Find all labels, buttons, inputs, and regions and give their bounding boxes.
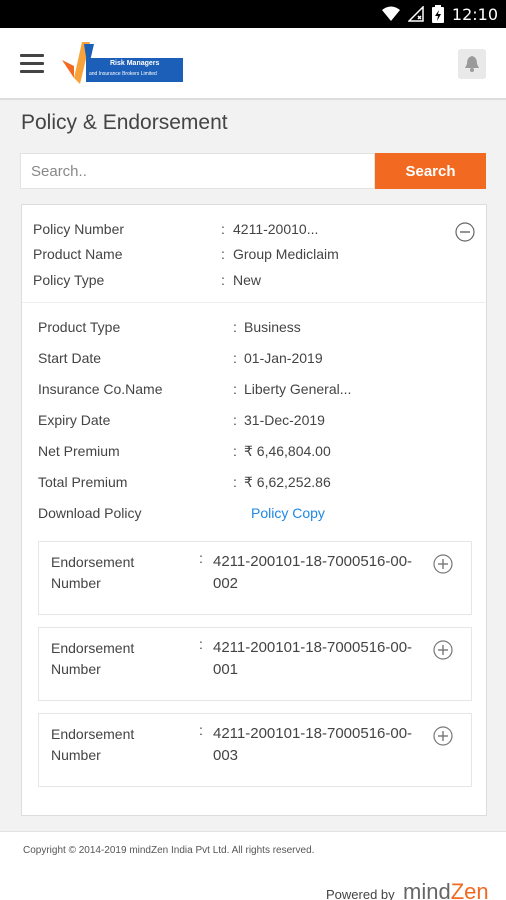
start-date-value: 01-Jan-2019 <box>244 350 323 366</box>
colon: : <box>233 350 237 366</box>
colon: : <box>233 443 237 459</box>
endorsement-number: 4211-200101-18-7000516-00-003 <box>213 725 413 764</box>
collapse-icon[interactable] <box>455 222 475 242</box>
logo-text-box: Risk Managers and Insurance Brokers Limi… <box>86 58 183 82</box>
battery-icon <box>431 5 444 23</box>
policy-summary[interactable]: Policy Number : 4211-20010... Product Na… <box>22 205 486 303</box>
copyright-text: Copyright © 2014-2019 mindZen India Pvt … <box>23 845 315 856</box>
colon: : <box>199 722 203 738</box>
powered-by-text: Powered by <box>326 887 395 900</box>
total-premium-label: Total Premium <box>38 474 128 490</box>
signal-icon <box>407 6 424 22</box>
brand-part-mind: mind <box>403 879 451 900</box>
insurance-co-label: Insurance Co.Name <box>38 381 163 397</box>
mindzen-logo: mindZen <box>403 879 489 900</box>
search-button[interactable]: Search <box>375 153 486 189</box>
product-name-value: Group Mediclaim <box>233 246 339 262</box>
endorsement-number: 4211-200101-18-7000516-00-001 <box>213 639 413 678</box>
bell-icon <box>465 56 479 72</box>
endorsement-number: 4211-200101-18-7000516-00-002 <box>213 553 413 592</box>
colon: : <box>233 474 237 490</box>
policy-number-label: Policy Number <box>33 221 125 237</box>
total-premium-value: ₹ 6,62,252.86 <box>244 474 331 490</box>
status-icons: 12:10 <box>381 4 498 24</box>
colon: : <box>221 246 225 262</box>
company-logo: Risk Managers and Insurance Brokers Limi… <box>60 40 186 84</box>
net-premium-label: Net Premium <box>38 443 120 459</box>
page-title: Policy & Endorsement <box>21 111 228 134</box>
logo-title: Risk Managers <box>110 60 160 67</box>
endorsement-label: Endorsement Number <box>51 554 135 591</box>
status-bar: 12:10 <box>0 0 506 28</box>
search-input[interactable] <box>20 153 375 189</box>
net-premium-value: ₹ 6,46,804.00 <box>244 443 331 459</box>
notification-button[interactable] <box>458 49 486 79</box>
endorsement-item[interactable]: Endorsement Number : 4211-200101-18-7000… <box>38 713 472 787</box>
product-type-value: Business <box>244 319 301 335</box>
expand-icon[interactable] <box>433 726 453 746</box>
status-time: 12:10 <box>451 4 498 24</box>
colon: : <box>233 412 237 428</box>
policy-copy-link[interactable]: Policy Copy <box>251 505 325 521</box>
logo-subtitle: and Insurance Brokers Limited <box>89 71 157 77</box>
colon: : <box>199 636 203 652</box>
brand-part-zen: Zen <box>450 879 489 900</box>
expiry-date-label: Expiry Date <box>38 412 111 428</box>
colon: : <box>233 319 237 335</box>
wifi-icon <box>381 6 400 21</box>
expand-icon[interactable] <box>433 554 453 574</box>
expiry-date-value: 31-Dec-2019 <box>244 412 325 428</box>
endorsement-item[interactable]: Endorsement Number : 4211-200101-18-7000… <box>38 627 472 701</box>
start-date-label: Start Date <box>38 350 102 366</box>
colon: : <box>221 272 225 288</box>
app-bar: Risk Managers and Insurance Brokers Limi… <box>0 28 506 100</box>
colon: : <box>199 550 203 566</box>
expand-icon[interactable] <box>433 640 453 660</box>
insurance-co-value: Liberty General... <box>244 381 352 397</box>
colon: : <box>221 221 225 237</box>
policy-number-value: 4211-20010... <box>233 221 319 237</box>
policy-card: Policy Number : 4211-20010... Product Na… <box>21 204 487 816</box>
menu-icon[interactable] <box>20 54 44 74</box>
product-name-label: Product Name <box>33 246 123 262</box>
policy-type-label: Policy Type <box>33 272 105 288</box>
endorsement-item[interactable]: Endorsement Number : 4211-200101-18-7000… <box>38 541 472 615</box>
colon: : <box>233 381 237 397</box>
product-type-label: Product Type <box>38 319 121 335</box>
footer: Copyright © 2014-2019 mindZen India Pvt … <box>0 831 506 900</box>
endorsement-label: Endorsement Number <box>51 640 135 677</box>
endorsement-label: Endorsement Number <box>51 726 135 763</box>
policy-type-value: New <box>233 272 262 288</box>
download-policy-label: Download Policy <box>38 505 142 521</box>
